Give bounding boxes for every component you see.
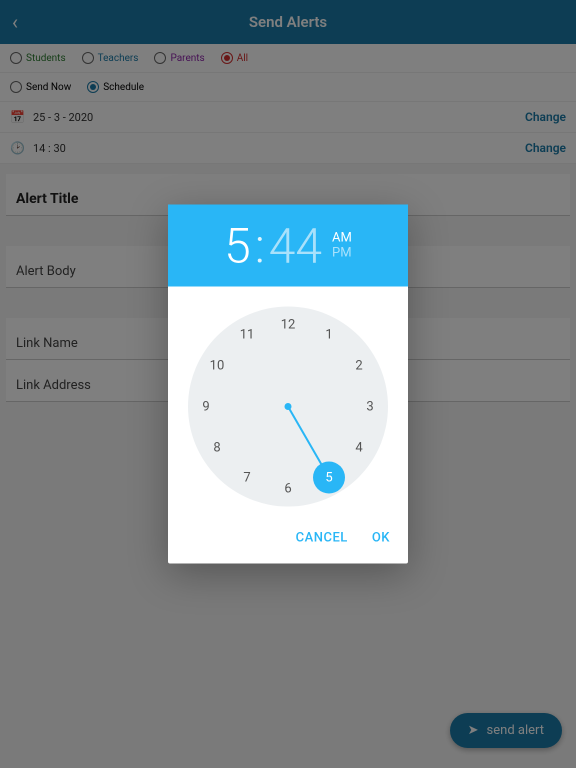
clock-number[interactable]: 7: [235, 466, 259, 490]
clock-number-selected[interactable]: 5: [313, 462, 345, 494]
clock-number[interactable]: 4: [347, 436, 371, 460]
time-picker-dialog: 5 : 44 AM PM 121234567891011 CANCEL OK: [168, 205, 408, 564]
pm-option[interactable]: PM: [332, 246, 352, 261]
clock-number[interactable]: 10: [205, 354, 229, 378]
time-display: 5 : 44: [224, 217, 322, 274]
clock-number[interactable]: 2: [347, 354, 371, 378]
dialog-actions: CANCEL OK: [168, 517, 408, 564]
clock-number[interactable]: 9: [194, 395, 218, 419]
clock-number[interactable]: 8: [205, 436, 229, 460]
clock-face[interactable]: 12 12 3 45678 9 1011: [188, 307, 388, 507]
clock-area: 12 12 3 45678 9 1011: [168, 287, 408, 517]
minute-display[interactable]: 44: [269, 217, 322, 274]
time-separator: :: [255, 217, 265, 274]
clock-number[interactable]: 3: [358, 395, 382, 419]
clock-number[interactable]: 6: [276, 477, 300, 501]
clock-number[interactable]: 12: [276, 313, 300, 337]
time-picker-header: 5 : 44 AM PM: [168, 205, 408, 287]
clock-number[interactable]: 1: [317, 323, 341, 347]
hour-display[interactable]: 5: [224, 217, 251, 274]
am-option[interactable]: AM: [332, 231, 352, 246]
clock-number[interactable]: 11: [235, 323, 259, 347]
ok-button[interactable]: OK: [372, 531, 390, 546]
clock-center-icon: [285, 403, 292, 410]
ampm-toggle: AM PM: [332, 231, 352, 261]
cancel-button[interactable]: CANCEL: [296, 531, 348, 546]
